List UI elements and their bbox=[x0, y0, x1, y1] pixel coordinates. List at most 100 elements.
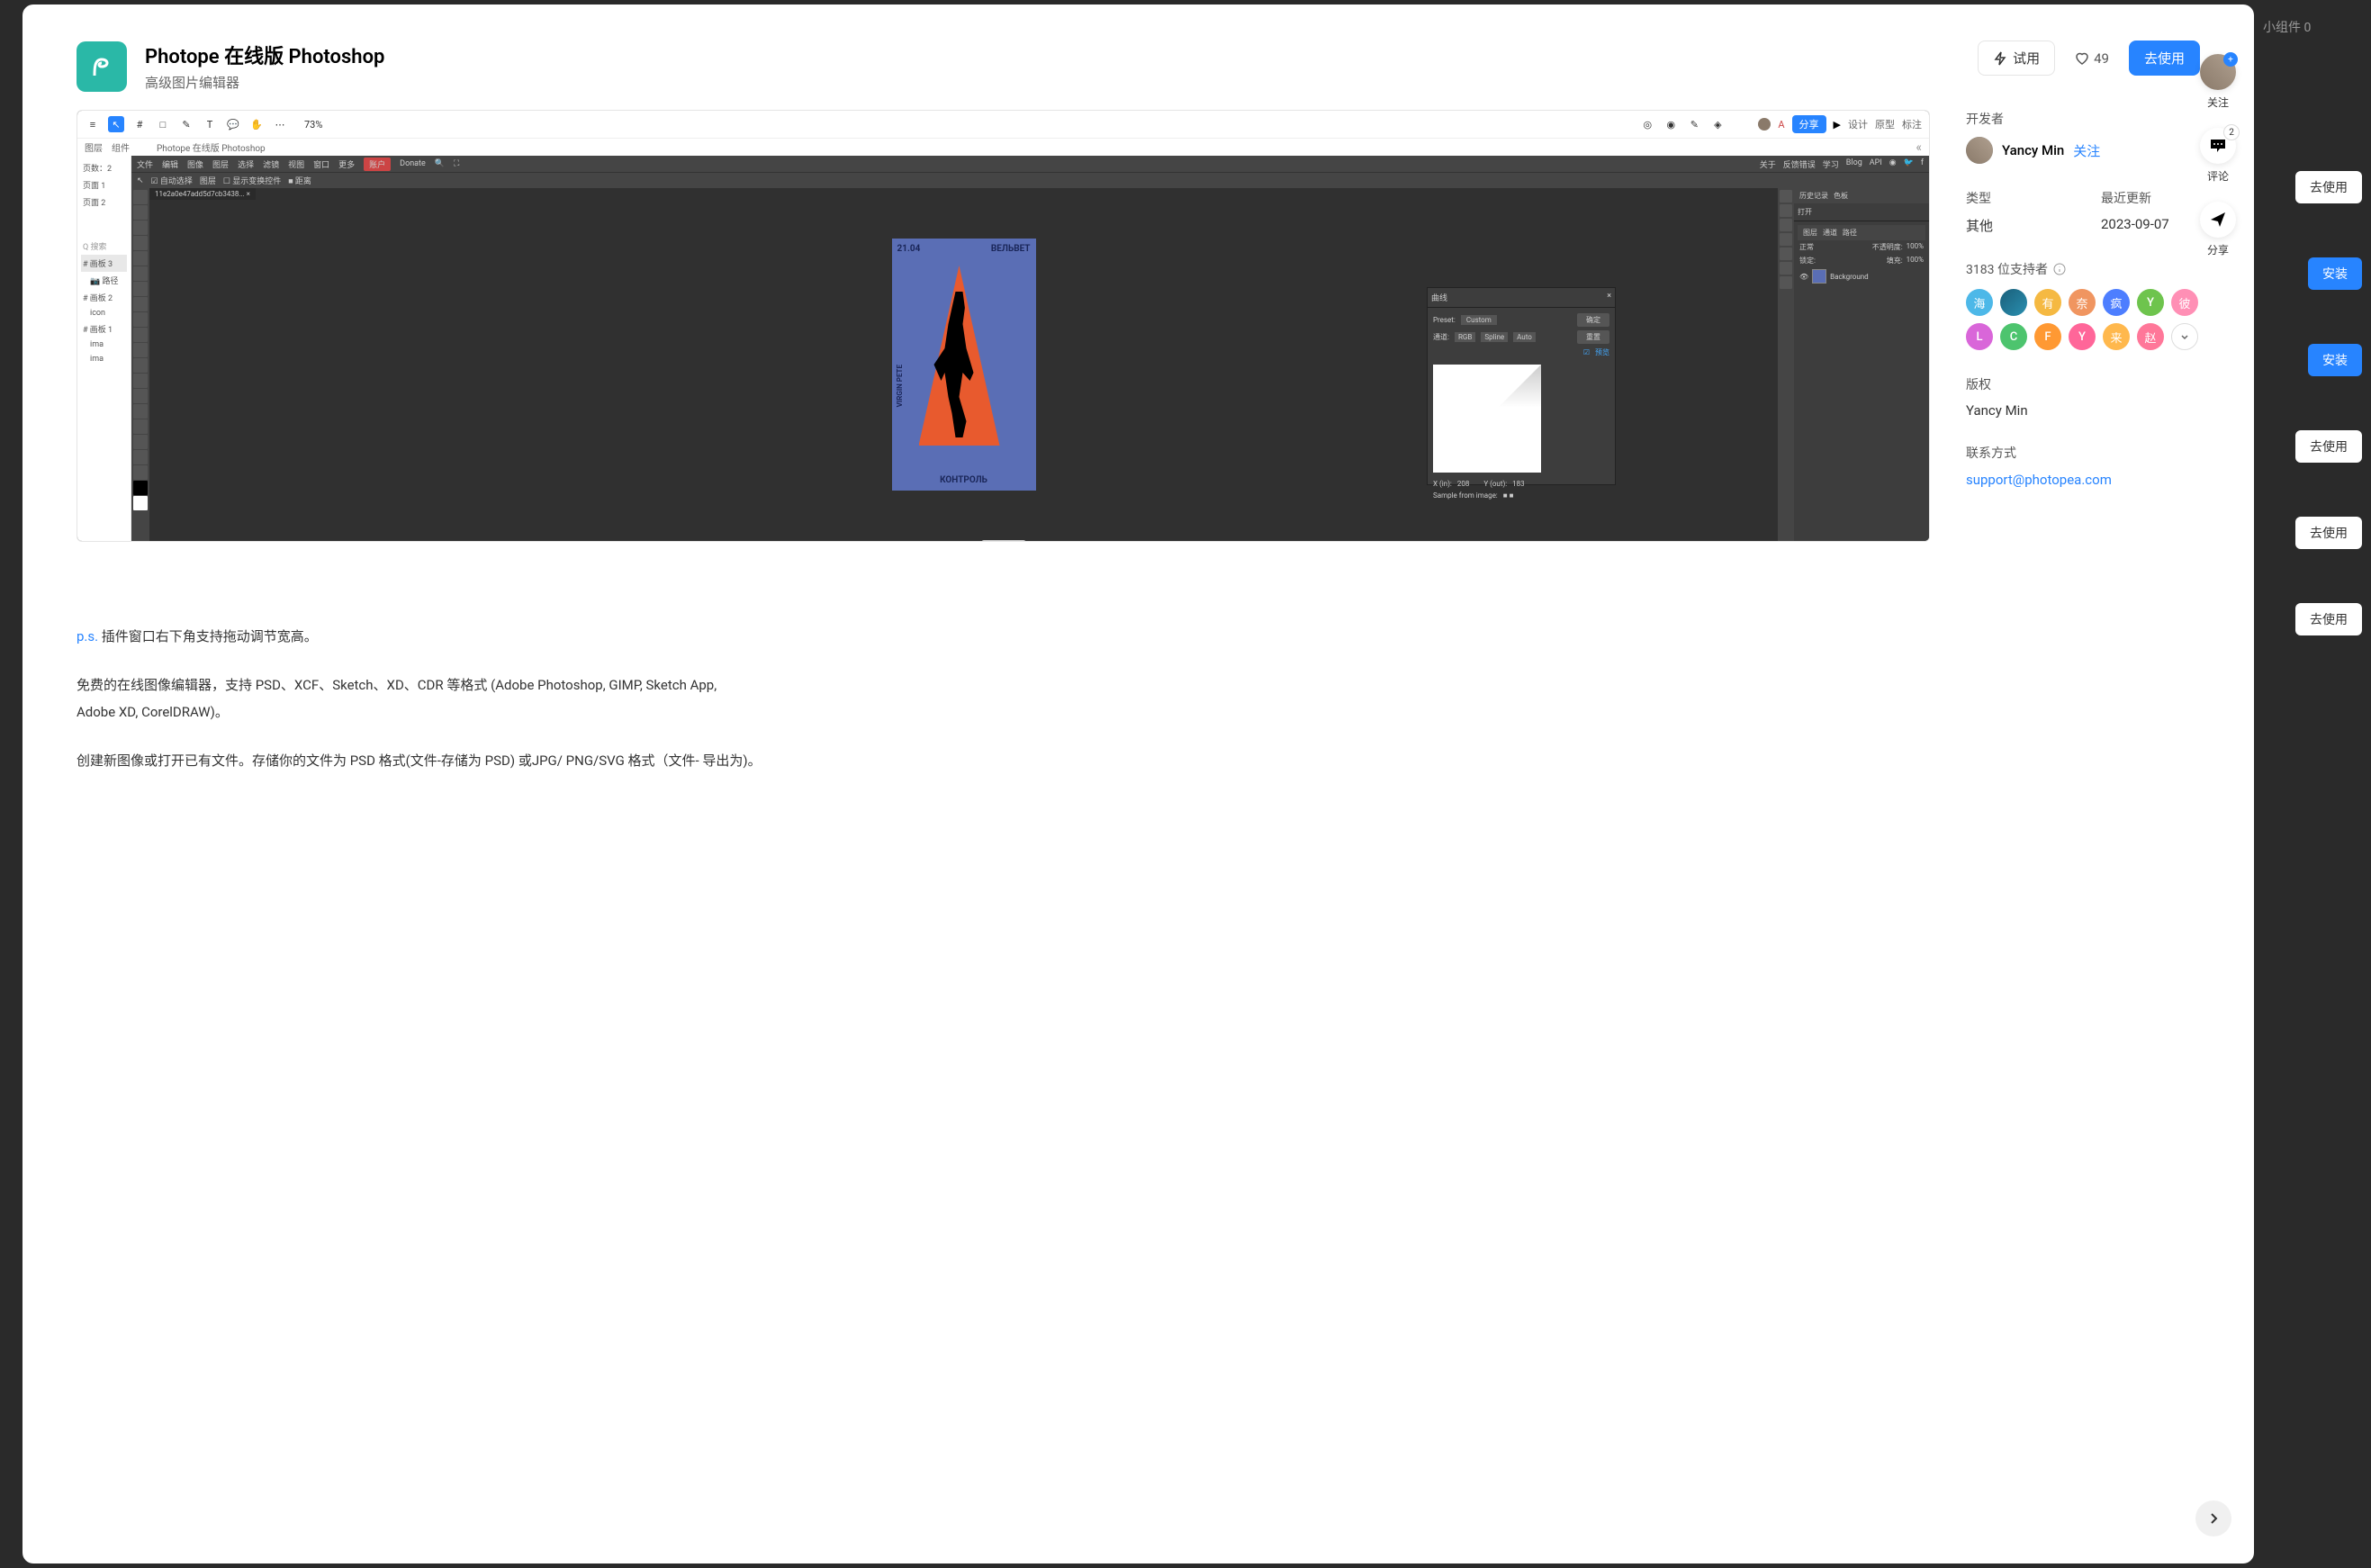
hand-icon: ✋ bbox=[248, 116, 265, 132]
supporter-avatar[interactable]: 有 bbox=[2034, 289, 2061, 316]
supporter-avatar[interactable]: F bbox=[2034, 323, 2061, 350]
comment-icon: 💬 bbox=[225, 116, 241, 132]
desc-p2: 创建新图像或打开已有文件。存储你的文件为 PSD 格式(文件-存储为 PSD) … bbox=[77, 747, 1930, 774]
paths-tab: 路径 bbox=[1843, 229, 1857, 237]
rect-icon: □ bbox=[155, 116, 171, 132]
tool-stamp bbox=[133, 312, 148, 327]
components-tab-label: 组件 bbox=[112, 140, 130, 154]
float-share-label: 分享 bbox=[2207, 242, 2229, 257]
supporter-avatar[interactable] bbox=[2000, 289, 2027, 316]
more-icon: ⋯ bbox=[272, 116, 288, 132]
layer-select-label: 图层 bbox=[200, 175, 216, 186]
layers-section: 图层 通道 路径 正常 不透明度: 100% 锁定: bbox=[1794, 221, 1929, 541]
developer-name[interactable]: Yancy Min bbox=[2002, 142, 2064, 158]
supporters-more[interactable] bbox=[2171, 323, 2198, 350]
copyright-label: 版权 bbox=[1966, 375, 2200, 393]
supporter-avatar[interactable]: 赵 bbox=[2137, 323, 2164, 350]
tool-shape bbox=[133, 435, 148, 449]
float-share[interactable]: 分享 bbox=[2200, 202, 2236, 257]
float-comment[interactable]: 2 评论 bbox=[2200, 128, 2236, 184]
ss-canvas-area: 11e2a0e47add5d7cb3438... × 21.04 ВЕЛЬВЕТ… bbox=[149, 188, 1778, 541]
strip-icon bbox=[1780, 262, 1792, 275]
background-right-sidebar: 小组件 0 去使用 安装 安装 去使用 去使用 去使用 bbox=[2254, 0, 2371, 1568]
bg-install-button[interactable]: 安装 bbox=[2308, 257, 2362, 290]
history-tab: 历史记录 bbox=[1799, 192, 1828, 200]
try-label: 试用 bbox=[2013, 49, 2040, 68]
layers-tab-label: 图层 bbox=[85, 140, 103, 154]
chevron-right-icon bbox=[2206, 1511, 2221, 1526]
file-tab: 11e2a0e47add5d7cb3438... × bbox=[149, 188, 256, 200]
contact-label: 联系方式 bbox=[1966, 444, 2200, 462]
screenshot-preview: ≡ ↖ # □ ✎ T 💬 ✋ ⋯ 73% ◎ ◉ ✎ bbox=[77, 110, 1930, 542]
search-label: 搜索 bbox=[90, 243, 106, 252]
supporter-avatar[interactable]: 彼 bbox=[2171, 289, 2198, 316]
fill-label: 填充: bbox=[1887, 256, 1903, 266]
bg-use-button-3[interactable]: 去使用 bbox=[2295, 517, 2362, 549]
tool-brush bbox=[133, 297, 148, 311]
component-icon: ◈ bbox=[1709, 116, 1726, 132]
layer-item: ima bbox=[81, 338, 127, 352]
tool-wand bbox=[133, 236, 148, 250]
menu-icon: ≡ bbox=[85, 116, 101, 132]
try-button[interactable]: 试用 bbox=[1978, 41, 2055, 76]
supporter-avatar[interactable]: L bbox=[1966, 323, 1993, 350]
cursor-icon: ↖ bbox=[108, 116, 124, 132]
menu-select: 选择 bbox=[238, 158, 254, 170]
supporter-avatar[interactable]: 奈 bbox=[2069, 289, 2096, 316]
ss-menubar: 文件 编辑 图像 图层 选择 滤镜 视图 窗口 更多 账户 Donate bbox=[131, 156, 1929, 172]
heart-icon bbox=[2075, 51, 2089, 66]
like-button[interactable]: 49 bbox=[2064, 43, 2120, 74]
tool-crop bbox=[133, 251, 148, 266]
menu-file: 文件 bbox=[137, 158, 153, 170]
supporter-avatar[interactable]: 疯 bbox=[2103, 289, 2130, 316]
tool-gradient bbox=[133, 343, 148, 357]
menu-view: 视图 bbox=[288, 158, 304, 170]
supporter-avatar[interactable]: 海 bbox=[1966, 289, 1993, 316]
auto-select-label: 自动选择 bbox=[160, 177, 193, 186]
tool-move bbox=[133, 190, 148, 204]
bg-use-button[interactable]: 去使用 bbox=[2295, 171, 2362, 203]
app-icon bbox=[77, 41, 127, 92]
developer-avatar[interactable] bbox=[1966, 137, 1993, 164]
ss-toolbar: ≡ ↖ # □ ✎ T 💬 ✋ ⋯ 73% ◎ ◉ ✎ bbox=[77, 111, 1929, 138]
tool-select bbox=[133, 205, 148, 220]
contact-link[interactable]: support@photopea.com bbox=[1966, 472, 2112, 488]
float-follow[interactable]: + 关注 bbox=[2200, 54, 2236, 110]
layer-name: Background bbox=[1830, 273, 1869, 281]
follow-link[interactable]: 关注 bbox=[2073, 141, 2100, 160]
close-icon: × bbox=[1607, 292, 1611, 301]
canvas-text-b: КОНТРОЛЬ bbox=[940, 475, 987, 485]
curves-graph bbox=[1433, 365, 1541, 473]
supporter-avatar[interactable]: Y bbox=[2069, 323, 2096, 350]
lock-label: 锁定: bbox=[1799, 256, 1816, 266]
tab-annotate: 标注 bbox=[1902, 117, 1922, 131]
supporter-avatar[interactable]: C bbox=[2000, 323, 2027, 350]
send-icon bbox=[2209, 211, 2227, 229]
ss-left-panel: 页数：2 页面 1 页面 2 Q 搜索 # 画板 3 📷 路径 # 画板 2 i… bbox=[77, 156, 131, 541]
ss-editor: 文件 编辑 图像 图层 选择 滤镜 视图 窗口 更多 账户 Donate bbox=[131, 156, 1929, 541]
doc-title: Photope 在线版 Photoshop bbox=[157, 140, 266, 154]
supporter-avatar[interactable]: Y bbox=[2137, 289, 2164, 316]
page-2: 页面 2 bbox=[81, 194, 127, 211]
use-button[interactable]: 去使用 bbox=[2129, 41, 2200, 76]
bg-install-button-2[interactable]: 安装 bbox=[2308, 344, 2362, 376]
plus-badge: + bbox=[2223, 52, 2238, 67]
next-arrow[interactable] bbox=[2195, 1500, 2231, 1536]
bg-use-button-4[interactable]: 去使用 bbox=[2295, 603, 2362, 635]
like-count: 49 bbox=[2094, 50, 2109, 67]
silhouette bbox=[924, 284, 996, 446]
play-icon: ▶ bbox=[1834, 119, 1841, 131]
zoom-level: 73% bbox=[304, 119, 322, 131]
eye-icon: ◉ bbox=[1663, 116, 1679, 132]
updated-value: 2023-09-07 bbox=[2101, 216, 2200, 232]
scroll-handle[interactable] bbox=[981, 540, 1026, 542]
layer-item: icon bbox=[81, 306, 127, 320]
bg-use-button-2[interactable]: 去使用 bbox=[2295, 430, 2362, 463]
tab-design: 设计 bbox=[1848, 117, 1868, 131]
supporter-avatar[interactable]: 来 bbox=[2103, 323, 2130, 350]
menu-window: 窗口 bbox=[313, 158, 329, 170]
fill-value: 100% bbox=[1907, 256, 1924, 266]
menu-blog: Blog bbox=[1846, 158, 1862, 170]
info-icon[interactable] bbox=[2053, 263, 2066, 275]
strip-icon bbox=[1780, 204, 1792, 217]
